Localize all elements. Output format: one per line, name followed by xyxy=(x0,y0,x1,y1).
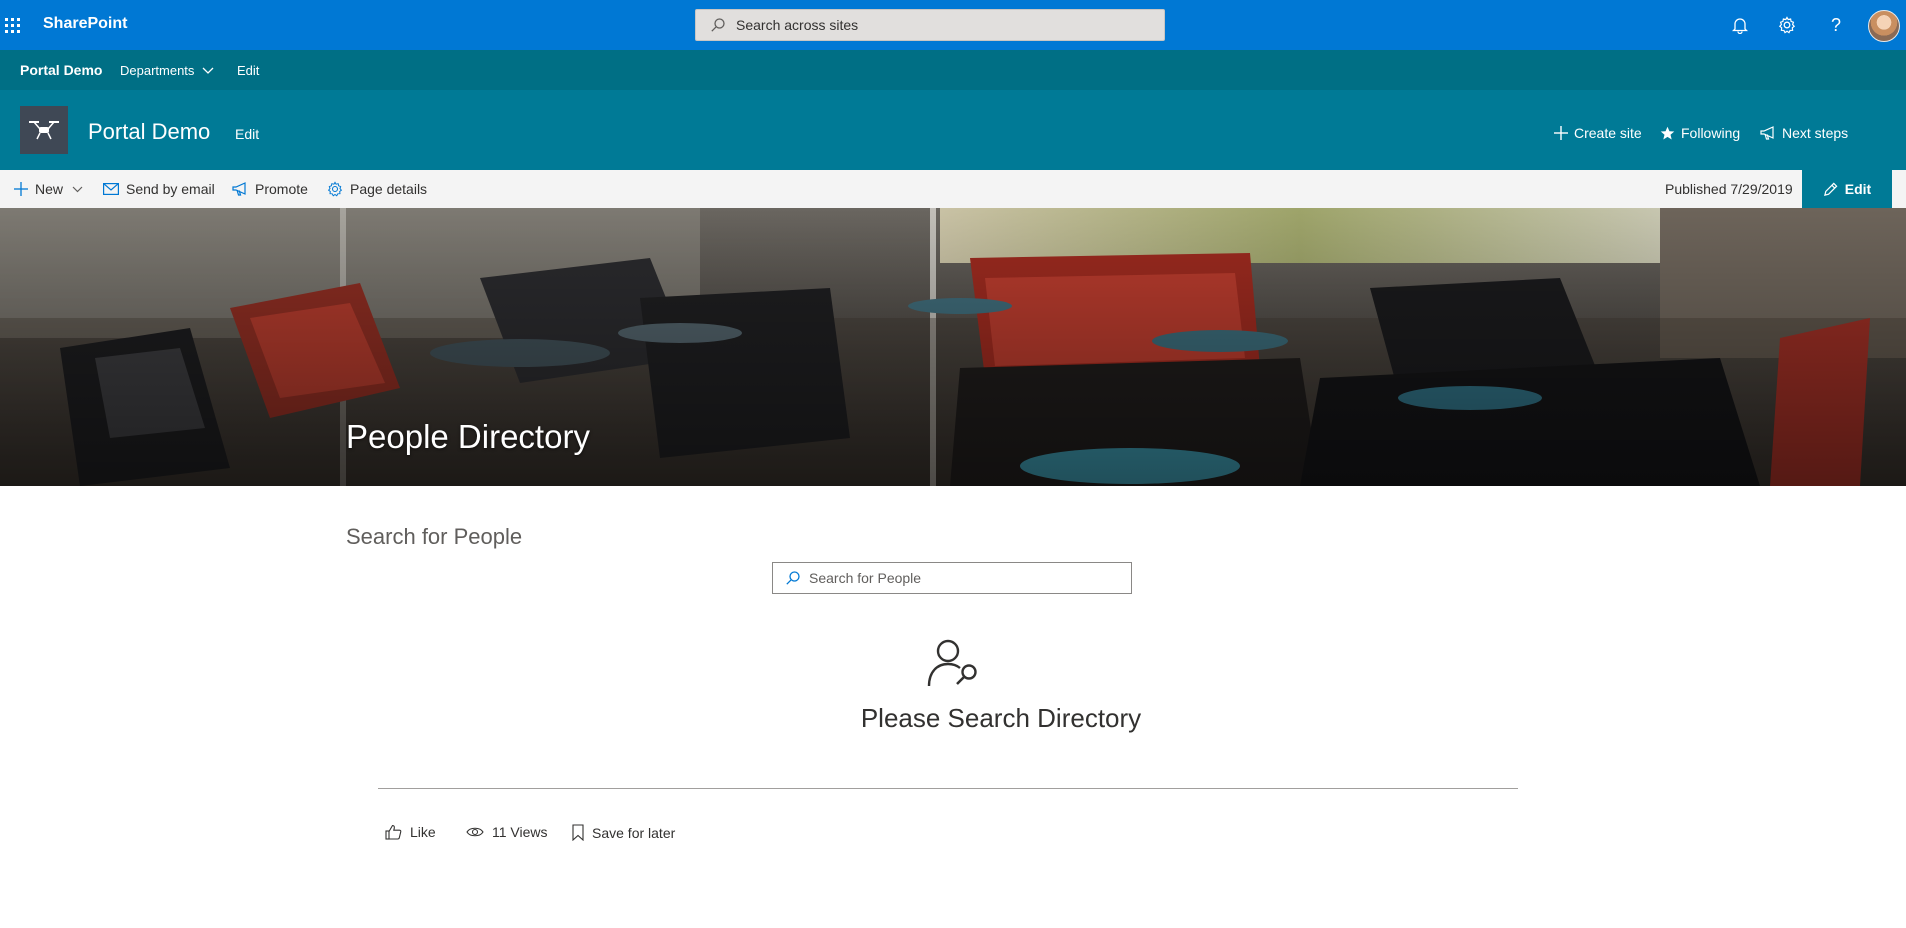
hero-background-image xyxy=(0,208,1906,486)
create-site-label: Create site xyxy=(1574,125,1642,141)
person-search-icon xyxy=(927,639,977,687)
search-icon xyxy=(711,18,725,32)
next-steps-label: Next steps xyxy=(1782,125,1849,141)
people-search-box[interactable] xyxy=(772,562,1132,594)
thumbs-up-icon xyxy=(385,824,402,840)
new-label: New xyxy=(35,181,64,197)
page-details-button[interactable]: Page details xyxy=(327,181,427,197)
gear-icon xyxy=(327,181,343,197)
send-by-email-label: Send by email xyxy=(126,181,215,197)
hub-nav-edit[interactable]: Edit xyxy=(237,63,259,78)
drone-icon xyxy=(29,121,59,140)
published-status: Published 7/29/2019 xyxy=(1665,181,1793,197)
views-count: 11 Views xyxy=(466,824,548,840)
avatar[interactable] xyxy=(1868,10,1900,42)
plus-icon xyxy=(1554,126,1568,140)
views-label: 11 Views xyxy=(492,824,548,840)
hub-title[interactable]: Portal Demo xyxy=(20,62,102,78)
hub-nav-label: Departments xyxy=(120,63,195,78)
eye-icon xyxy=(466,827,484,837)
bell-icon[interactable] xyxy=(1728,13,1752,37)
following-label: Following xyxy=(1681,125,1741,141)
section-title: Search for People xyxy=(346,524,523,549)
help-icon[interactable]: ? xyxy=(1824,13,1848,37)
next-steps-button[interactable]: Next steps xyxy=(1760,125,1848,141)
chevron-down-icon xyxy=(72,186,83,192)
empty-state-text: Please Search Directory xyxy=(860,703,1142,733)
promote-label: Promote xyxy=(255,181,308,197)
suite-bar: SharePoint ? xyxy=(0,0,1906,50)
new-button[interactable]: New xyxy=(14,181,83,197)
empty-state-message: Please Search Directory xyxy=(0,703,1906,734)
hub-nav-departments[interactable]: Departments xyxy=(120,63,214,78)
send-by-email-button[interactable]: Send by email xyxy=(103,181,215,197)
create-site-button[interactable]: Create site xyxy=(1554,125,1642,141)
people-search-input[interactable] xyxy=(809,570,1119,586)
search-icon xyxy=(786,571,800,585)
hub-navigation: Portal Demo Departments Edit xyxy=(0,50,1906,90)
site-title[interactable]: Portal Demo xyxy=(88,119,210,145)
star-icon xyxy=(1660,126,1675,139)
global-search-box[interactable] xyxy=(695,9,1165,41)
plus-icon xyxy=(14,182,28,196)
gear-icon[interactable] xyxy=(1775,13,1799,37)
mail-icon xyxy=(103,183,119,195)
site-header: Portal Demo Edit Create site Following N… xyxy=(0,90,1906,170)
edit-page-label: Edit xyxy=(1844,181,1872,197)
pencil-icon xyxy=(1823,182,1838,196)
app-launcher-icon[interactable] xyxy=(0,0,24,50)
site-logo[interactable] xyxy=(20,106,68,154)
page-title: People Directory xyxy=(346,418,590,455)
edit-page-button[interactable]: Edit xyxy=(1802,170,1892,208)
save-for-later-button[interactable]: Save for later xyxy=(572,824,675,841)
promote-button[interactable]: Promote xyxy=(232,181,308,197)
hero-banner: People Directory xyxy=(0,208,1906,486)
global-search-input[interactable] xyxy=(736,17,1136,33)
following-button[interactable]: Following xyxy=(1660,125,1740,141)
divider xyxy=(378,788,1518,789)
site-edit-link[interactable]: Edit xyxy=(235,126,259,142)
megaphone-icon xyxy=(232,182,246,196)
chevron-down-icon xyxy=(202,67,214,74)
megaphone-icon xyxy=(1760,126,1774,140)
like-label: Like xyxy=(410,824,436,840)
save-for-later-label: Save for later xyxy=(592,824,676,841)
command-bar: New Send by email Promote Page details P… xyxy=(0,170,1906,208)
bookmark-icon xyxy=(572,824,584,841)
like-button[interactable]: Like xyxy=(385,824,436,840)
app-name[interactable]: SharePoint xyxy=(43,15,127,33)
page-details-label: Page details xyxy=(350,181,428,197)
